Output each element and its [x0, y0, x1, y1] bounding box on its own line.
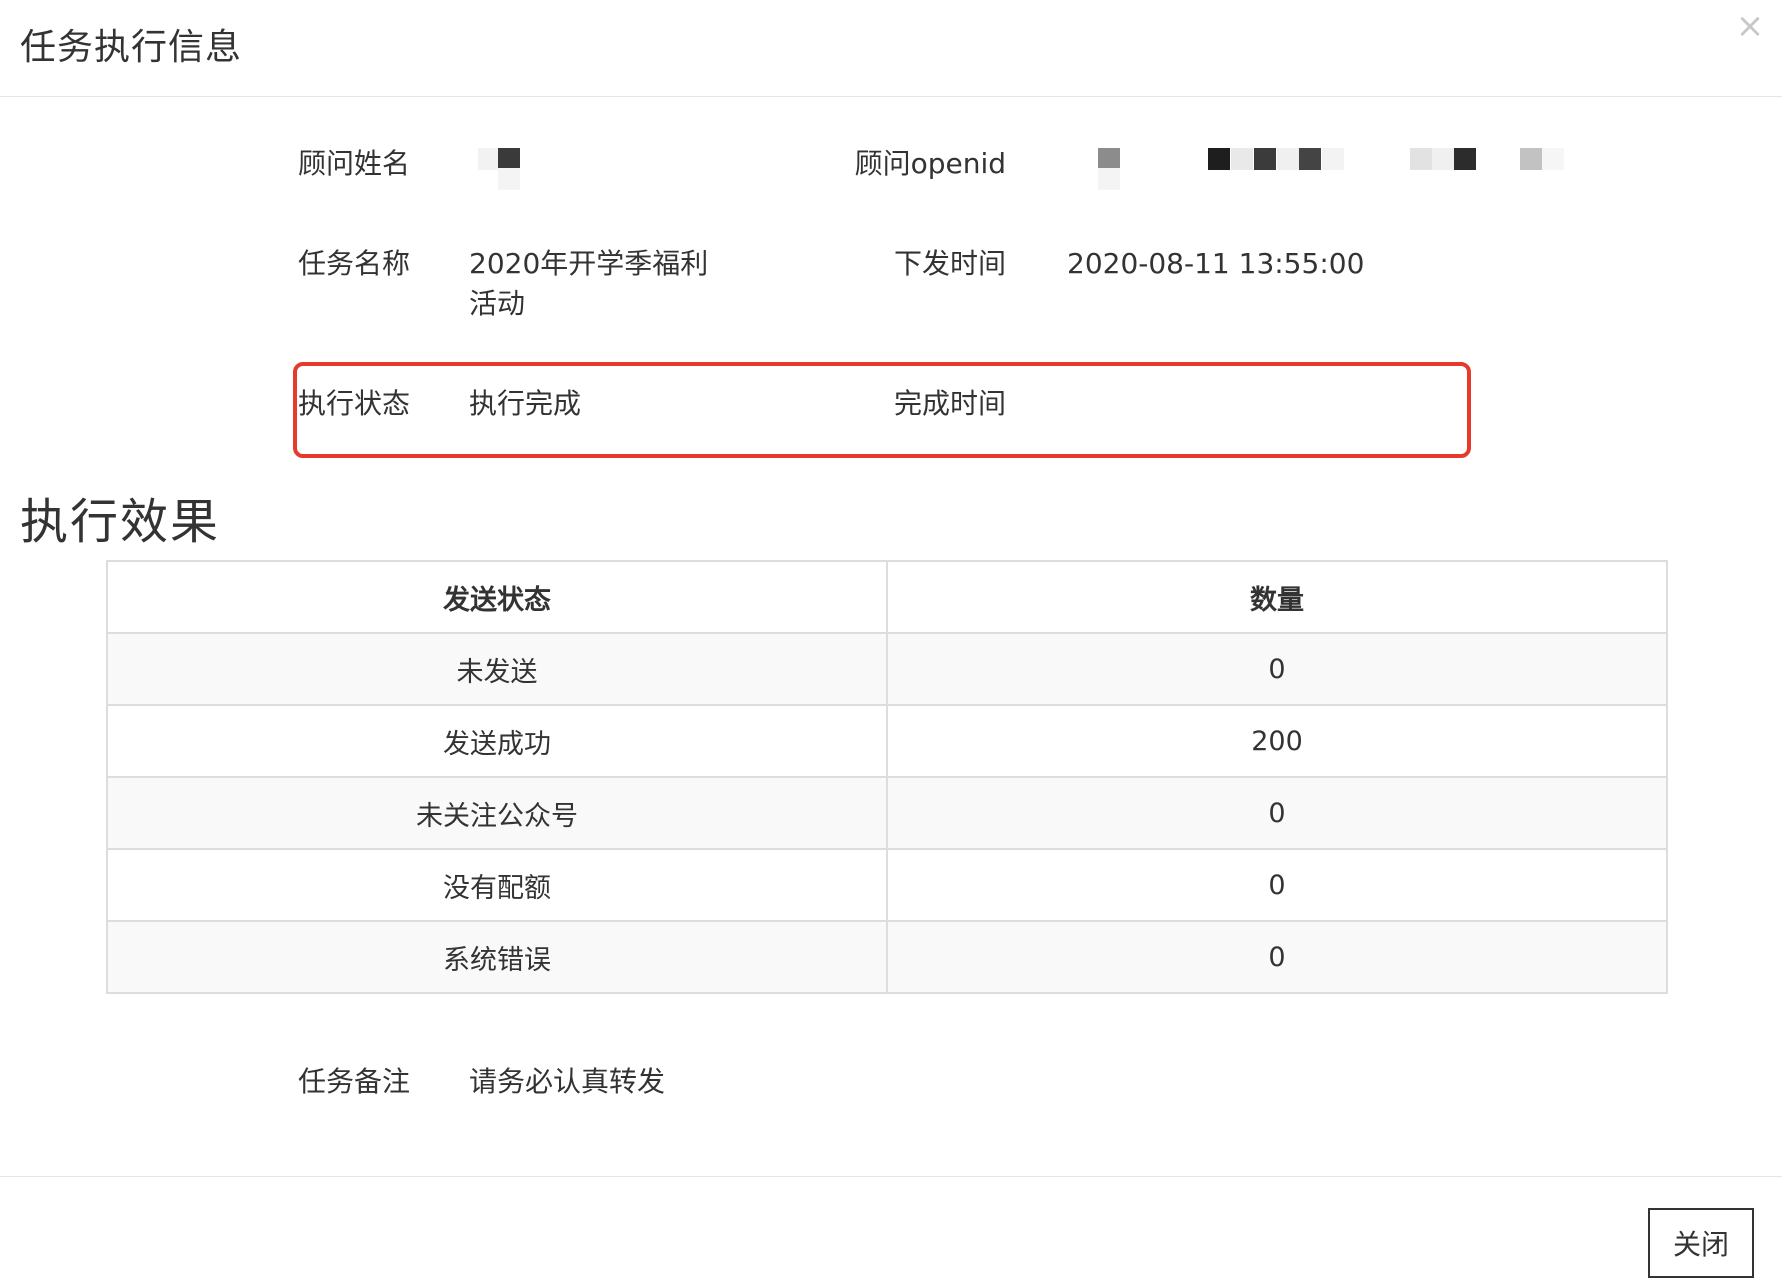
table-row: 发送成功 200: [106, 704, 1668, 778]
task-name-value-line1: 2020年开学季福利: [469, 247, 709, 280]
table-row: 系统错误 0: [106, 920, 1668, 994]
dispatch-time-label: 下发时间: [893, 247, 1006, 280]
row-count-cell: 200: [886, 704, 1668, 778]
task-execution-dialog: 任务执行信息 × 顾问姓名 顾问openid 任务名称 2020年开学季福利 活…: [0, 0, 1782, 1286]
column-header-send-status: 发送状态: [106, 560, 888, 634]
advisor-openid-label: 顾问openid: [854, 147, 1006, 180]
row-status-cell: 没有配额: [106, 848, 888, 922]
row-count-cell: 0: [886, 920, 1668, 994]
table-row: 未发送 0: [106, 632, 1668, 706]
row-status-cell: 发送成功: [106, 704, 888, 778]
row-count-cell: 0: [886, 632, 1668, 706]
execution-effect-table: 发送状态 数量 未发送 0 发送成功 200 未关注公众号 0 没有配额 0 系: [106, 560, 1668, 994]
task-remark-label: 任务备注: [297, 1065, 410, 1098]
footer-divider: [0, 1176, 1782, 1177]
dialog-title: 任务执行信息: [20, 27, 243, 68]
task-remark-value: 请务必认真转发: [469, 1065, 666, 1098]
row-status-cell: 系统错误: [106, 920, 888, 994]
execution-effect-title: 执行效果: [20, 494, 221, 550]
table-row: 未关注公众号 0: [106, 776, 1668, 850]
advisor-name-label: 顾问姓名: [297, 147, 410, 180]
column-header-count: 数量: [886, 560, 1668, 634]
table-header-row: 发送状态 数量: [106, 560, 1668, 634]
task-name-value-line2: 活动: [469, 287, 526, 320]
dispatch-time-value: 2020-08-11 13:55:00: [1067, 247, 1365, 280]
exec-status-value: 执行完成: [469, 387, 582, 420]
task-name-label: 任务名称: [297, 247, 410, 280]
row-count-cell: 0: [886, 848, 1668, 922]
close-button[interactable]: 关闭: [1648, 1208, 1754, 1278]
table-row: 没有配额 0: [106, 848, 1668, 922]
finish-time-label: 完成时间: [893, 387, 1006, 420]
row-status-cell: 未发送: [106, 632, 888, 706]
dialog-header: 任务执行信息 ×: [0, 0, 1782, 97]
row-count-cell: 0: [886, 776, 1668, 850]
exec-status-label: 执行状态: [297, 387, 410, 420]
close-icon[interactable]: ×: [1728, 4, 1772, 48]
row-status-cell: 未关注公众号: [106, 776, 888, 850]
